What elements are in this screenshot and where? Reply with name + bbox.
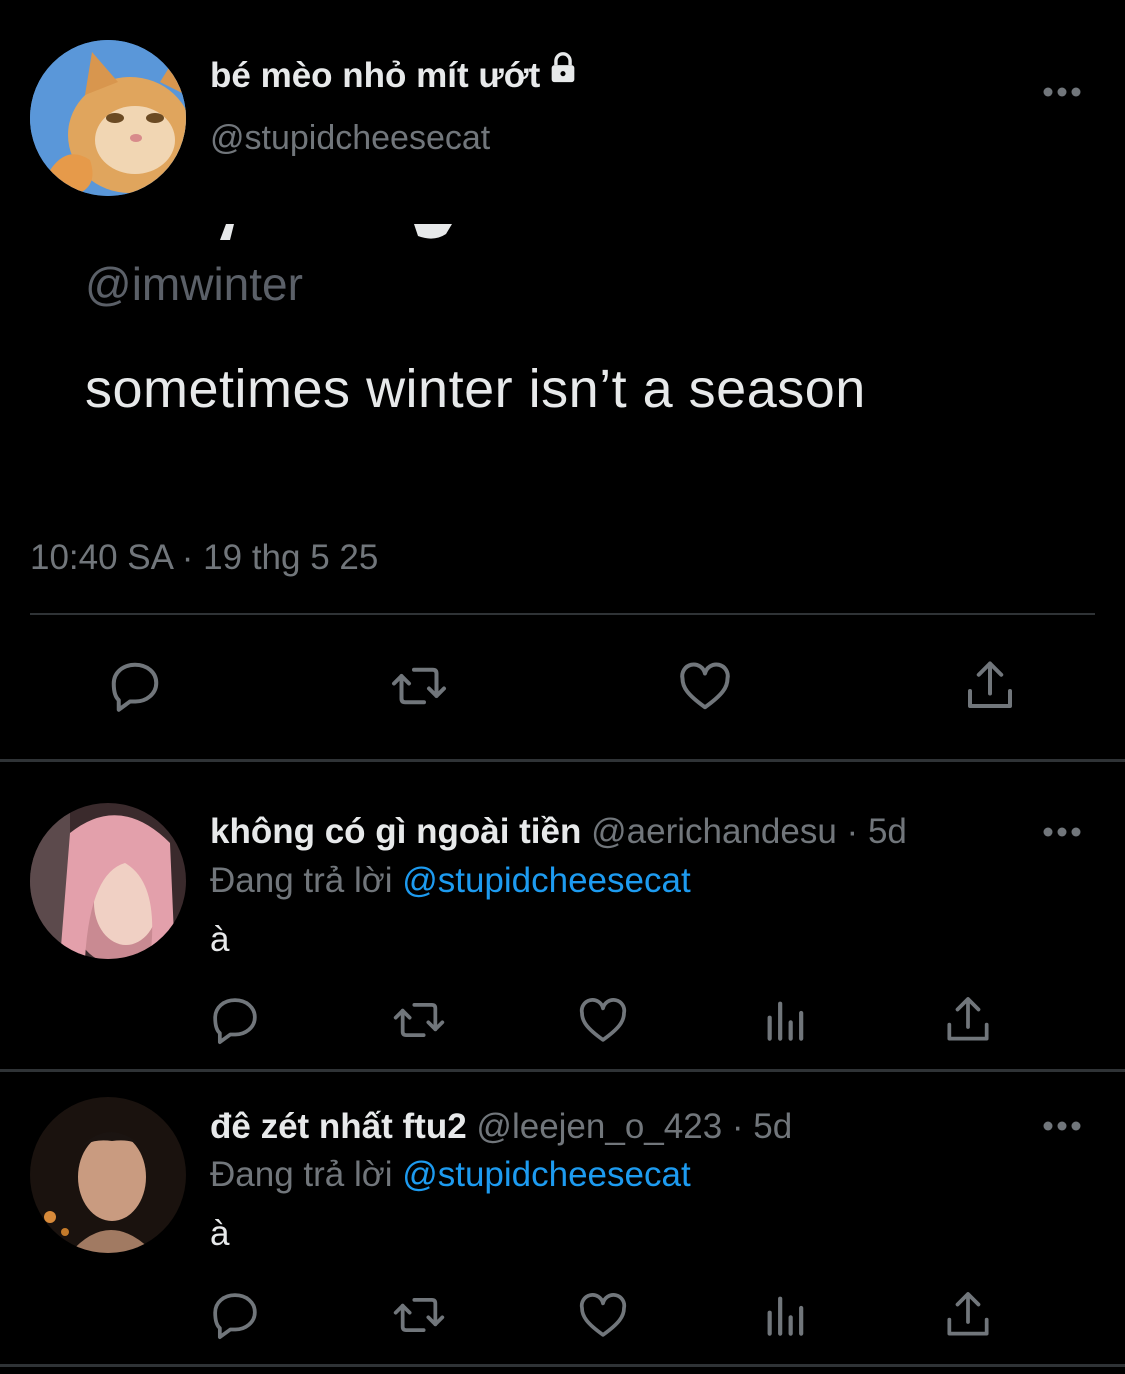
reply-avatar-image	[30, 803, 186, 959]
share-icon[interactable]	[940, 992, 996, 1048]
reply-avatar-image	[30, 1097, 186, 1253]
author-name-text: bé mèo nhỏ mít ướt	[210, 56, 541, 95]
avatar[interactable]	[30, 803, 186, 959]
replying-to-prefix: Đang trả lời	[210, 1155, 393, 1194]
more-options-icon[interactable]	[1042, 825, 1082, 837]
quote-cropped-text-fragment	[196, 222, 458, 244]
reply-header: không có gì ngoài tiền @aerichandesu · 5…	[210, 810, 907, 854]
divider	[0, 759, 1125, 762]
share-icon[interactable]	[960, 656, 1020, 716]
reply-header: đê zét nhất ftu2 @leejen_o_423 · 5d	[210, 1105, 792, 1149]
author-name[interactable]: bé mèo nhỏ mít ướt	[210, 51, 580, 98]
retweet-icon[interactable]	[389, 656, 449, 716]
reply-author-name[interactable]: đê zét nhất ftu2	[210, 1107, 467, 1146]
reply-author-handle[interactable]: @aerichandesu	[591, 812, 837, 851]
more-options-icon[interactable]	[1042, 85, 1082, 97]
retweet-icon[interactable]	[391, 992, 447, 1048]
reply-author-handle[interactable]: @leejen_o_423	[476, 1107, 722, 1146]
views-icon[interactable]	[758, 992, 814, 1048]
reply-author-name[interactable]: không có gì ngoài tiền	[210, 812, 581, 851]
replying-to: Đang trả lời @stupidcheesecat	[210, 859, 691, 903]
views-icon[interactable]	[758, 1287, 814, 1343]
divider	[0, 1069, 1125, 1072]
reply-text: à	[210, 920, 230, 959]
replying-to-prefix: Đang trả lời	[210, 861, 393, 900]
replying-to: Đang trả lời @stupidcheesecat	[210, 1153, 691, 1197]
retweet-icon[interactable]	[391, 1287, 447, 1343]
separator: ·	[846, 812, 859, 851]
separator: ·	[731, 1107, 744, 1146]
divider	[0, 1364, 1125, 1367]
reply-age[interactable]: 5d	[868, 812, 907, 851]
like-icon[interactable]	[575, 992, 631, 1048]
reply-icon[interactable]	[105, 656, 165, 716]
more-options-icon[interactable]	[1042, 1119, 1082, 1131]
reply-icon[interactable]	[207, 992, 263, 1048]
quote-text: sometimes winter isn’t a season	[85, 359, 866, 419]
avatar[interactable]	[30, 1097, 186, 1253]
quote-handle: @imwinter	[85, 258, 303, 310]
reply-icon[interactable]	[207, 1287, 263, 1343]
avatar[interactable]	[30, 40, 186, 196]
reply-age[interactable]: 5d	[753, 1107, 792, 1146]
author-handle[interactable]: @stupidcheesecat	[210, 116, 490, 160]
like-icon[interactable]	[575, 1287, 631, 1343]
tweet-timestamp[interactable]: 10:40 SA · 19 thg 5 25	[30, 536, 378, 580]
cat-avatar-image	[30, 40, 186, 196]
share-icon[interactable]	[940, 1287, 996, 1343]
like-icon[interactable]	[675, 656, 735, 716]
reply-text: à	[210, 1214, 230, 1253]
lock-icon	[546, 51, 580, 96]
divider	[30, 613, 1095, 615]
replying-to-mention[interactable]: @stupidcheesecat	[402, 861, 690, 900]
replying-to-mention[interactable]: @stupidcheesecat	[402, 1155, 690, 1194]
